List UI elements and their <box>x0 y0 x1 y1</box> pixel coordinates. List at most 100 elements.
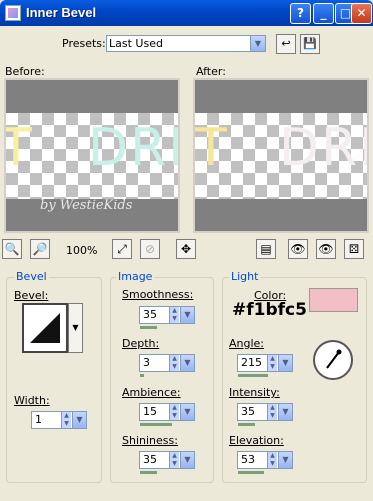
lock-button[interactable]: ⊘ <box>140 239 160 259</box>
elevation-value: 53 <box>241 453 255 466</box>
depth-spinner[interactable]: 3 ▲ ▼ ▼ <box>139 354 195 372</box>
app-icon <box>5 5 21 21</box>
zoom-level: 100% <box>66 244 98 257</box>
title-bar: Inner Bevel ? _ □ ✕ <box>0 0 373 26</box>
intensity-spinner[interactable]: 35 ▲ ▼ ▼ <box>237 403 293 421</box>
depth-slider-bar[interactable] <box>140 374 144 377</box>
shininess-spinner[interactable]: 35 ▲ ▼ ▼ <box>139 451 195 469</box>
zoom-out-icon: 🔍 <box>4 242 20 256</box>
chevron-down-icon[interactable]: ▼ <box>72 412 86 428</box>
proof-button[interactable]: 👁 <box>288 239 308 259</box>
intensity-value: 35 <box>241 405 255 418</box>
after-label: After: <box>196 65 226 78</box>
ambience-label: Ambience: <box>122 386 181 399</box>
shininess-label: Shininess: <box>122 434 178 447</box>
chevron-down-icon[interactable]: ▼ <box>278 404 292 420</box>
eye-icon: 👁 <box>318 242 334 256</box>
preview-toggle-button[interactable]: ▤ <box>256 239 276 259</box>
presets-label: Presets: <box>62 37 106 50</box>
smoothness-label: Smoothness: <box>122 288 194 301</box>
zoom-to-fit-icon: ⤢ <box>117 242 127 256</box>
depth-value: 3 <box>143 356 150 369</box>
randomize-icon: ⚄ <box>348 242 360 256</box>
presets-value: Last Used <box>109 37 163 50</box>
angle-slider-bar[interactable] <box>238 374 268 377</box>
depth-label: Depth: <box>122 337 160 350</box>
bevel-shape-icon <box>30 313 60 343</box>
angle-label: Angle: <box>229 337 265 350</box>
chevron-down-icon[interactable]: ▼ <box>278 452 292 468</box>
spin-up-down-icon[interactable]: ▲ ▼ <box>267 404 277 420</box>
save-preset-button[interactable]: 💾 <box>300 34 320 54</box>
intensity-label: Intensity: <box>229 386 280 399</box>
spin-up-down-icon[interactable]: ▲ ▼ <box>169 355 179 371</box>
before-preview-text-1: T <box>6 118 34 178</box>
chevron-down-icon[interactable]: ▼ <box>180 404 194 420</box>
shininess-value: 35 <box>143 453 157 466</box>
preview-toggle-icon: ▤ <box>260 242 272 256</box>
lock-icon: ⊘ <box>144 242 156 256</box>
after-preview[interactable]: T DRE <box>193 78 369 233</box>
angle-value: 215 <box>241 356 262 369</box>
bevel-shape-selector[interactable] <box>22 303 68 353</box>
angle-spinner[interactable]: 215 ▲ ▼ ▼ <box>237 354 293 372</box>
spin-up-down-icon[interactable]: ▲ ▼ <box>267 452 277 468</box>
before-label: Before: <box>5 65 45 78</box>
ambience-spinner[interactable]: 15 ▲ ▼ ▼ <box>139 403 195 421</box>
smoothness-value: 35 <box>143 308 157 321</box>
ambience-slider-bar[interactable] <box>140 423 172 426</box>
width-label: Width: <box>14 394 50 407</box>
spin-up-down-icon[interactable]: ▲ ▼ <box>169 307 179 323</box>
bevel-group-title: Bevel <box>14 270 49 283</box>
save-preset-icon: 💾 <box>303 37 317 50</box>
chevron-down-icon[interactable]: ▼ <box>180 355 194 371</box>
window-title: Inner Bevel <box>26 5 97 20</box>
pan-icon: ✥ <box>180 242 192 256</box>
chevron-down-icon: ▼ <box>72 323 79 332</box>
zoom-to-fit-button[interactable]: ⤢ <box>112 239 132 259</box>
bevel-label: Bevel: <box>14 289 49 302</box>
elevation-spinner[interactable]: 53 ▲ ▼ ▼ <box>237 451 293 469</box>
after-preview-text-2: DRE <box>279 118 367 178</box>
image-group-title: Image <box>116 270 155 283</box>
ambience-value: 15 <box>143 405 157 418</box>
auto-proof-button[interactable]: 👁 <box>316 239 336 259</box>
watermark: by WestieKids <box>40 198 133 213</box>
reset-button[interactable]: ↩ <box>276 34 296 54</box>
width-spinner[interactable]: 1 ▲ ▼ ▼ <box>31 411 87 429</box>
zoom-in-button[interactable]: 🔎 <box>30 239 50 259</box>
after-preview-text-1: T <box>195 118 229 178</box>
elevation-slider-bar[interactable] <box>238 471 264 474</box>
angle-dial[interactable] <box>313 340 353 380</box>
pan-button[interactable]: ✥ <box>176 239 196 259</box>
intensity-slider-bar[interactable] <box>238 423 255 426</box>
chevron-down-icon: ▼ <box>250 36 265 51</box>
chevron-down-icon[interactable]: ▼ <box>180 307 194 323</box>
reset-icon: ↩ <box>281 37 291 50</box>
chevron-down-icon[interactable]: ▼ <box>180 452 194 468</box>
spin-up-down-icon[interactable]: ▲ ▼ <box>169 452 179 468</box>
before-preview-text-2: DRE <box>88 118 178 178</box>
smoothness-slider-bar[interactable] <box>140 326 157 329</box>
presets-select[interactable]: Last Used ▼ <box>106 35 266 52</box>
randomize-button[interactable]: ⚄ <box>344 239 364 259</box>
zoom-in-icon: 🔎 <box>32 242 48 256</box>
shininess-slider-bar[interactable] <box>140 471 157 474</box>
close-button[interactable]: ✕ <box>351 3 372 24</box>
color-swatch[interactable] <box>309 288 358 312</box>
eye-icon: 👁 <box>290 242 306 256</box>
minimize-button[interactable]: _ <box>313 3 334 24</box>
elevation-label: Elevation: <box>229 434 284 447</box>
help-button[interactable]: ? <box>290 3 311 24</box>
light-group-title: Light <box>229 270 261 283</box>
before-preview[interactable]: T DRE by WestieKids <box>4 78 180 233</box>
spin-up-down-icon[interactable]: ▲ ▼ <box>61 412 71 428</box>
color-hex: #f1bfc5 <box>232 300 307 320</box>
width-value: 1 <box>35 413 42 426</box>
spin-up-down-icon[interactable]: ▲ ▼ <box>267 355 277 371</box>
chevron-down-icon[interactable]: ▼ <box>278 355 292 371</box>
smoothness-spinner[interactable]: 35 ▲ ▼ ▼ <box>139 306 195 324</box>
zoom-out-button[interactable]: 🔍 <box>2 239 22 259</box>
bevel-dropdown-button[interactable]: ▼ <box>68 303 83 353</box>
spin-up-down-icon[interactable]: ▲ ▼ <box>169 404 179 420</box>
